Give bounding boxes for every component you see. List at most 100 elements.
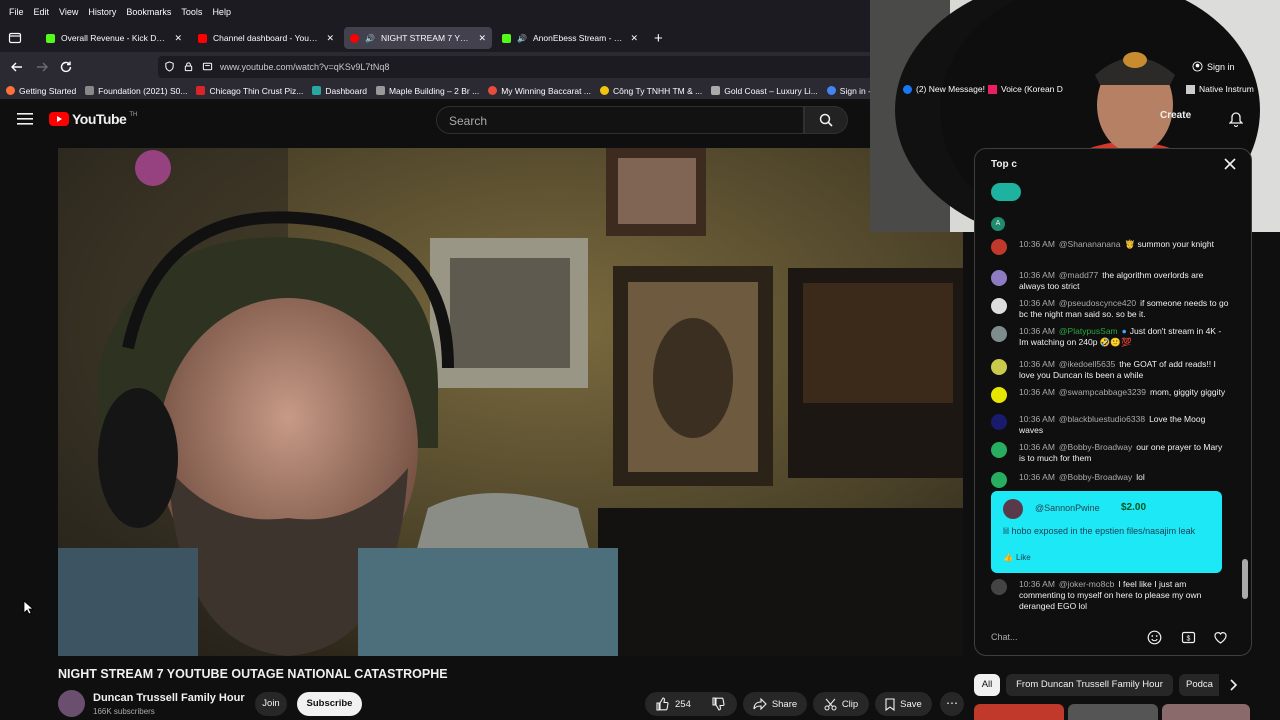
subscribe-button[interactable]: Subscribe xyxy=(297,692,362,716)
youtube-logo-text: YouTube xyxy=(72,111,127,127)
back-arrow-icon[interactable] xyxy=(10,60,24,74)
menu-edit[interactable]: Edit xyxy=(29,7,55,17)
lock-icon[interactable] xyxy=(183,61,194,72)
bookmark-item[interactable]: Chicago Thin Crust Piz... xyxy=(196,86,303,96)
bookmark-label: (2) New Message! xyxy=(916,84,985,94)
browser-tab[interactable]: Overall Revenue - Kick Dashboa ✕ xyxy=(40,27,188,49)
channel-avatar[interactable] xyxy=(58,690,85,717)
chevron-right-icon[interactable] xyxy=(1228,679,1238,691)
chip-all[interactable]: All xyxy=(974,674,1000,696)
bookmark-item[interactable]: Native Instrum xyxy=(1186,84,1254,94)
tab-overview-icon[interactable] xyxy=(8,31,22,45)
message-author[interactable]: @blackbluestudio6338 xyxy=(1059,414,1145,424)
clip-button[interactable]: Clip xyxy=(813,692,869,716)
user-avatar xyxy=(991,359,1007,375)
close-icon[interactable] xyxy=(1224,158,1236,170)
bookmark-item[interactable]: Foundation (2021) S0... xyxy=(85,86,187,96)
save-button[interactable]: Save xyxy=(875,692,932,716)
bookmark-item[interactable]: My Winning Baccarat ... xyxy=(488,86,591,96)
url-text: www.youtube.com/watch?v=qKSv9L7tNq8 xyxy=(220,62,390,72)
forward-arrow-icon[interactable] xyxy=(35,60,49,74)
youtube-logo[interactable]: YouTube TH xyxy=(49,111,137,127)
user-avatar xyxy=(991,239,1007,255)
heart-icon[interactable] xyxy=(1213,630,1228,645)
chat-message: 10:36 AM @swampcabbage3239 mom, giggity gi… xyxy=(991,387,1229,403)
subscriber-count: 166K subscribers xyxy=(93,707,155,716)
like-button[interactable]: 👍 Like xyxy=(1003,553,1031,562)
bookmark-item[interactable]: Maple Building – 2 Br ... xyxy=(375,86,479,96)
like-video-button[interactable]: 254 xyxy=(655,692,691,716)
chat-header-title[interactable]: Top c xyxy=(991,159,1017,170)
chip-from-channel[interactable]: From Duncan Trussell Family Hour xyxy=(1006,674,1173,696)
menu-file[interactable]: File xyxy=(4,7,29,17)
message-author[interactable]: @pseudoscynce420 xyxy=(1059,298,1136,308)
menu-help[interactable]: Help xyxy=(207,7,236,17)
menu-bookmarks[interactable]: Bookmarks xyxy=(121,7,176,17)
close-tab-icon[interactable]: ✕ xyxy=(174,33,182,44)
super-chat-icon[interactable]: $ xyxy=(1181,630,1196,645)
audio-playing-icon[interactable]: 🔊 xyxy=(365,34,375,43)
menu-history[interactable]: History xyxy=(83,7,121,17)
join-button[interactable]: Join xyxy=(255,692,287,716)
chat-message: 10:36 AM @joker-mo8cb I feel like I just a… xyxy=(991,579,1229,612)
emoji-icon[interactable] xyxy=(1147,630,1162,645)
browser-tab-active[interactable]: 🔊 NIGHT STREAM 7 YOUTUBE ✕ xyxy=(344,27,492,49)
close-tab-icon[interactable]: ✕ xyxy=(478,33,486,44)
chat-input[interactable]: Chat... xyxy=(991,629,1141,647)
chat-scrollbar[interactable] xyxy=(1242,559,1248,599)
notifications-bell-icon[interactable] xyxy=(1229,112,1243,127)
signin-link[interactable]: Sign in xyxy=(1192,61,1235,72)
create-button[interactable]: Create xyxy=(1160,110,1191,121)
chat-input-placeholder: Chat... xyxy=(991,632,1018,642)
bookmark-item[interactable]: Getting Started xyxy=(6,86,76,96)
shield-icon[interactable] xyxy=(164,61,175,72)
menu-view[interactable]: View xyxy=(54,7,83,17)
close-tab-icon[interactable]: ✕ xyxy=(630,33,638,44)
more-actions-icon[interactable]: ⋯ xyxy=(940,692,964,716)
bookmark-label: Chicago Thin Crust Piz... xyxy=(209,85,304,96)
search-input[interactable]: Search xyxy=(436,106,804,134)
message-author[interactable]: @Bobby-Broadway xyxy=(1059,472,1132,482)
recommended-thumbnail[interactable] xyxy=(1162,704,1250,720)
thumbs-down-icon[interactable] xyxy=(711,697,725,711)
bookmark-item[interactable]: Voice (Korean D xyxy=(988,84,1063,94)
superchat-avatar xyxy=(1003,499,1023,519)
message-time: 10:36 AM xyxy=(1019,298,1055,308)
search-button[interactable] xyxy=(804,106,848,134)
bookmark-item[interactable]: (2) New Message! xyxy=(903,84,985,94)
superchat-card[interactable]: @SannonPwine $2.00 lil hobo exposed in t… xyxy=(991,491,1222,573)
message-author[interactable]: @joker-mo8cb xyxy=(1059,579,1114,589)
video-frame xyxy=(58,148,963,656)
audio-playing-icon[interactable]: 🔊 xyxy=(517,34,527,43)
message-author[interactable]: @PlatypusSam xyxy=(1059,326,1118,336)
bookmark-label: Foundation (2021) S0... xyxy=(98,85,188,96)
message-text: lol xyxy=(1136,472,1145,482)
video-player[interactable] xyxy=(58,148,963,656)
reload-icon[interactable] xyxy=(59,60,73,74)
page-info-icon[interactable] xyxy=(202,61,213,72)
message-author[interactable]: @Bobby-Broadway xyxy=(1059,442,1132,452)
bookmark-label: Công Ty TNHH TM & ... xyxy=(612,85,703,96)
message-author[interactable]: @madd77 xyxy=(1059,270,1098,280)
message-author[interactable]: @swampcabbage3239 xyxy=(1059,387,1146,397)
superchat-author[interactable]: @SannonPwine xyxy=(1035,503,1100,513)
recommended-thumbnail[interactable] xyxy=(1068,704,1158,720)
message-author[interactable]: @ikedoell5635 xyxy=(1059,359,1115,369)
bookmark-item[interactable]: Công Ty TNHH TM & ... xyxy=(599,85,703,96)
menu-tools[interactable]: Tools xyxy=(176,7,207,17)
hamburger-menu-icon[interactable] xyxy=(17,112,33,126)
bookmark-item[interactable]: Gold Coast – Luxury Li... xyxy=(711,86,818,96)
bookmark-favicon-icon xyxy=(988,84,997,94)
chip-podcasts[interactable]: Podca xyxy=(1179,674,1219,696)
message-text: mom, giggity giggity xyxy=(1150,387,1226,397)
close-tab-icon[interactable]: ✕ xyxy=(326,33,334,44)
bookmark-item[interactable]: Dashboard xyxy=(312,86,367,96)
browser-tab[interactable]: Channel dashboard - YouTube S ✕ xyxy=(192,27,340,49)
message-author[interactable]: @Shanananana xyxy=(1059,239,1121,249)
share-button[interactable]: Share xyxy=(743,692,807,716)
url-bar[interactable]: www.youtube.com/watch?v=qKSv9L7tNq8 xyxy=(158,56,878,78)
new-tab-icon[interactable]: + xyxy=(654,30,663,47)
browser-tab[interactable]: 🔊 AnonEbess Stream - Watch ✕ xyxy=(496,27,644,49)
recommended-thumbnail[interactable] xyxy=(974,704,1064,720)
channel-name[interactable]: Duncan Trussell Family Hour xyxy=(93,692,245,704)
